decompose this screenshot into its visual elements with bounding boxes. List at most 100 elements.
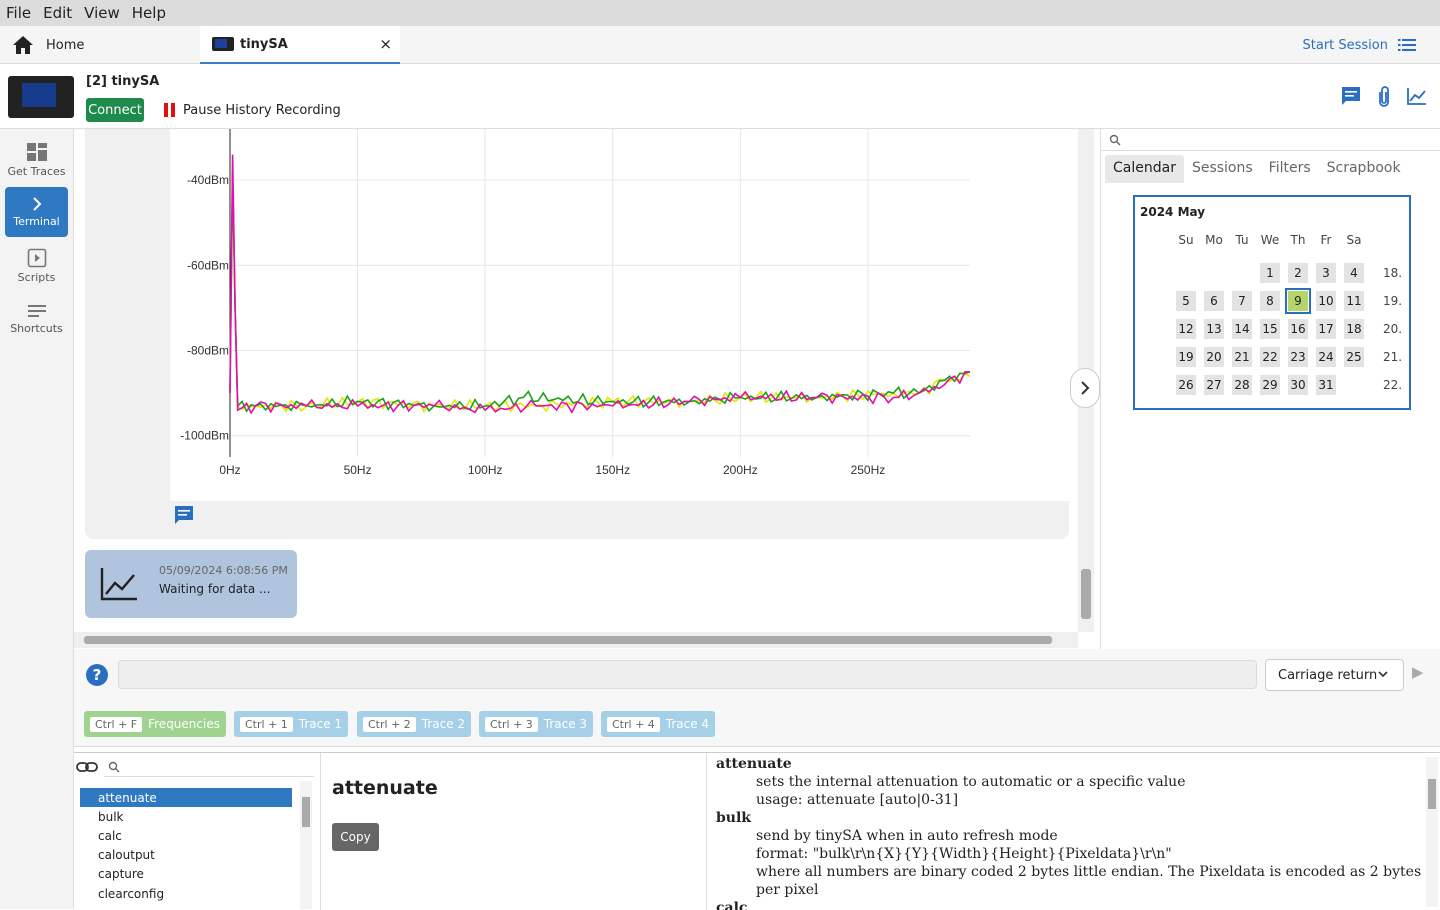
calendar-day[interactable]: 7 xyxy=(1232,291,1252,311)
shortcut-key: Ctrl + 1 xyxy=(240,716,293,732)
calendar-day[interactable]: 3 xyxy=(1316,263,1336,283)
spectrum-chart: 0Hz 50Hz 100Hz 150Hz 200Hz 250Hz -40dBm -60dBm -… xyxy=(170,129,1070,501)
list-item[interactable]: bulk xyxy=(80,807,292,826)
tab-calendar[interactable]: Calendar xyxy=(1105,155,1184,183)
attachment-icon[interactable] xyxy=(1374,86,1394,108)
calendar-day[interactable]: 15 xyxy=(1260,319,1280,339)
connect-button[interactable]: Connect xyxy=(86,98,144,122)
menu-bar: File Edit View Help xyxy=(0,0,1440,26)
sidebar-item-get-traces[interactable]: Get Traces xyxy=(5,135,68,185)
calendar-day[interactable]: 27 xyxy=(1204,375,1224,395)
calendar-day[interactable]: 31 xyxy=(1316,375,1336,395)
calendar-day[interactable]: 19 xyxy=(1176,347,1196,367)
collapse-panel-button[interactable] xyxy=(1070,368,1100,408)
shortcut-trace-3[interactable]: Ctrl + 3 Trace 3 xyxy=(479,711,594,737)
scrollbar-thumb[interactable] xyxy=(84,636,1052,644)
send-button[interactable]: ▶ xyxy=(1412,663,1428,683)
scrollbar-thumb[interactable] xyxy=(1428,779,1436,809)
tab-scrapbook[interactable]: Scrapbook xyxy=(1319,155,1409,183)
horizontal-scrollbar[interactable] xyxy=(74,632,1078,648)
calendar-day[interactable]: 1 xyxy=(1260,263,1280,283)
waiting-card[interactable]: 05/09/2024 6:08:56 PM Waiting for data .… xyxy=(85,550,297,618)
menu-view[interactable]: View xyxy=(84,4,120,22)
calendar-day[interactable]: 4 xyxy=(1344,263,1364,283)
calendar-day[interactable]: 20 xyxy=(1204,347,1224,367)
calendar-day[interactable]: 11 xyxy=(1344,291,1364,311)
link-icon[interactable] xyxy=(76,759,98,775)
doc-line: usage: attenuate [auto|0-31] xyxy=(756,792,959,808)
start-session-label: Start Session xyxy=(1302,37,1389,53)
calendar-dow-label: Su xyxy=(1178,233,1194,247)
scrollbar-thumb[interactable] xyxy=(302,797,310,827)
list-item[interactable]: capture xyxy=(80,865,292,884)
chart-line-icon[interactable] xyxy=(1406,86,1428,106)
calendar-day[interactable]: 2 xyxy=(1288,263,1308,283)
menu-edit[interactable]: Edit xyxy=(43,4,72,22)
tab-sessions[interactable]: Sessions xyxy=(1184,155,1261,183)
copy-button[interactable]: Copy xyxy=(332,823,379,851)
calendar-day[interactable]: 24 xyxy=(1316,347,1336,367)
calendar-day[interactable]: 22 xyxy=(1260,347,1280,367)
pause-history-button[interactable]: Pause History Recording xyxy=(164,98,341,122)
chevron-right-icon xyxy=(1081,381,1090,395)
calendar-day[interactable]: 6 xyxy=(1204,291,1224,311)
menu-help[interactable]: Help xyxy=(132,4,166,22)
sidebar-item-shortcuts[interactable]: Shortcuts xyxy=(5,294,68,344)
help-icon[interactable]: ? xyxy=(86,664,108,686)
calendar-day[interactable]: 9 xyxy=(1285,288,1311,314)
tab-tinysa[interactable]: tinySA × xyxy=(200,26,400,64)
list-scrollbar[interactable] xyxy=(300,781,312,909)
menu-file[interactable]: File xyxy=(6,4,31,22)
selected-command-title: attenuate xyxy=(332,777,438,799)
calendar-week-number: 19. xyxy=(1383,294,1403,308)
calendar-day[interactable]: 17 xyxy=(1316,319,1336,339)
calendar-day[interactable]: 14 xyxy=(1232,319,1252,339)
tab-filters[interactable]: Filters xyxy=(1261,155,1319,183)
comment-icon[interactable] xyxy=(1340,86,1362,106)
calendar-day[interactable]: 12 xyxy=(1176,319,1196,339)
list-item[interactable]: clearconfig xyxy=(80,884,292,903)
calendar-search-input[interactable] xyxy=(1101,129,1440,151)
calendar-day[interactable]: 16 xyxy=(1288,319,1308,339)
calendar-day[interactable]: 8 xyxy=(1260,291,1280,311)
comment-icon[interactable] xyxy=(173,505,195,525)
list-item[interactable]: attenuate xyxy=(80,788,292,808)
line-ending-select[interactable]: Carriage return xyxy=(1265,659,1404,691)
shortcut-label: Trace 4 xyxy=(665,717,710,731)
shortcut-trace-4[interactable]: Ctrl + 4 Trace 4 xyxy=(601,711,716,737)
shortcut-frequencies[interactable]: Ctrl + F Frequencies xyxy=(84,711,226,737)
list-item[interactable]: caloutput xyxy=(80,846,292,865)
command-search-input[interactable] xyxy=(104,757,314,777)
calendar-day[interactable]: 28 xyxy=(1232,375,1252,395)
calendar-day[interactable]: 30 xyxy=(1288,375,1308,395)
command-reference-panel: attenuate bulk calc caloutput capture cl… xyxy=(74,752,1440,910)
tab-home-label: Home xyxy=(46,37,85,53)
calendar-day[interactable]: 23 xyxy=(1288,347,1308,367)
sidebar-item-terminal[interactable]: Terminal xyxy=(5,187,68,237)
scrollbar-thumb[interactable] xyxy=(1081,569,1091,619)
docs-scrollbar[interactable] xyxy=(1426,757,1438,907)
calendar-day[interactable]: 5 xyxy=(1176,291,1196,311)
chart-canvas: 0Hz 50Hz 100Hz 150Hz 200Hz 250Hz -40dBm -60dBm -… xyxy=(180,129,971,477)
shortcut-trace-1[interactable]: Ctrl + 1 Trace 1 xyxy=(234,711,349,737)
calendar-day[interactable]: 18 xyxy=(1344,319,1364,339)
calendar-day[interactable]: 29 xyxy=(1260,375,1280,395)
calendar-day[interactable]: 13 xyxy=(1204,319,1224,339)
command-input[interactable] xyxy=(118,660,1257,689)
calendar-day[interactable]: 21 xyxy=(1232,347,1252,367)
sidebar-item-scripts[interactable]: Scripts xyxy=(5,241,68,291)
calendar-day[interactable]: 26 xyxy=(1176,375,1196,395)
list-item[interactable]: calc xyxy=(80,826,292,845)
y-tick-label: -40dBm xyxy=(187,173,229,187)
doc-line: sets the internal attenuation to automat… xyxy=(756,774,1186,790)
calendar-day[interactable]: 25 xyxy=(1344,347,1364,367)
close-icon[interactable]: × xyxy=(379,35,392,53)
panel-divider[interactable] xyxy=(320,753,321,910)
x-tick-label: 50Hz xyxy=(344,463,372,477)
panel-divider[interactable] xyxy=(706,753,707,910)
start-session-button[interactable]: Start Session xyxy=(1302,26,1416,64)
calendar-day[interactable]: 10 xyxy=(1316,291,1336,311)
tab-home[interactable]: Home xyxy=(0,26,200,64)
doc-line: send by tinySA when in auto refresh mode xyxy=(756,828,1058,844)
shortcut-trace-2[interactable]: Ctrl + 2 Trace 2 xyxy=(357,711,472,737)
